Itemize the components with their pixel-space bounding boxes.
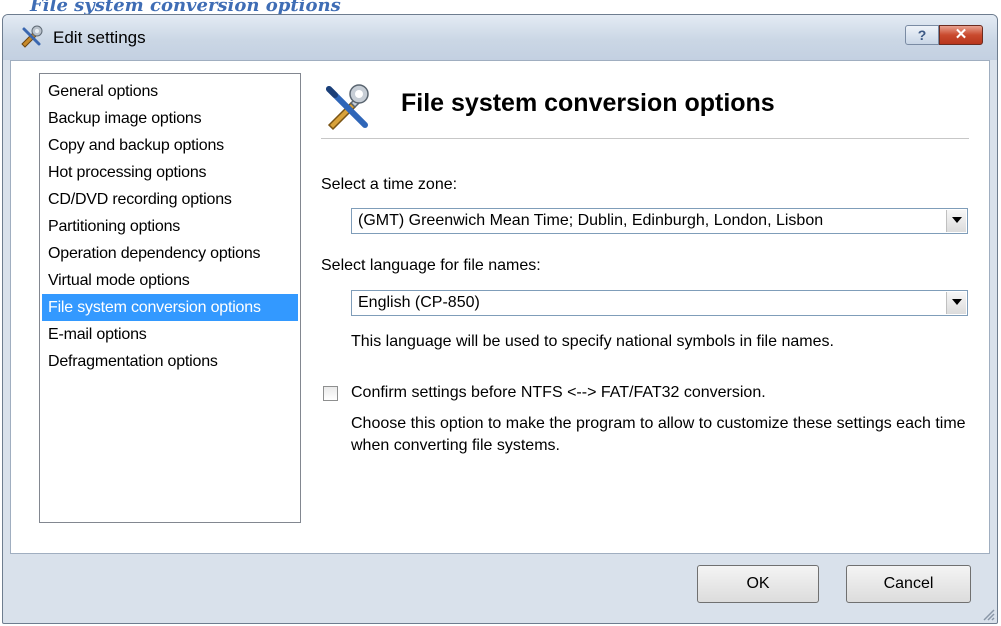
nav-item-email[interactable]: E-mail options bbox=[42, 321, 298, 348]
window-title: Edit settings bbox=[53, 28, 146, 47]
language-label: Select language for file names: bbox=[321, 257, 541, 274]
nav-item-hot-processing[interactable]: Hot processing options bbox=[42, 159, 298, 186]
confirm-settings-description: Choose this option to make the program t… bbox=[351, 415, 966, 454]
edit-settings-dialog: Edit settings ? ✕ General options Backup… bbox=[2, 14, 998, 624]
tools-icon bbox=[321, 81, 373, 133]
language-hint: This language will be used to specify na… bbox=[351, 333, 834, 350]
wrench-screwdriver-icon bbox=[19, 25, 45, 49]
chevron-down-icon[interactable] bbox=[946, 210, 966, 232]
nav-item-virtual-mode[interactable]: Virtual mode options bbox=[42, 267, 298, 294]
nav-item-operation-dependency[interactable]: Operation dependency options bbox=[42, 240, 298, 267]
nav-item-backup-image[interactable]: Backup image options bbox=[42, 105, 298, 132]
dialog-client-area: General options Backup image options Cop… bbox=[10, 60, 990, 554]
timezone-dropdown[interactable]: (GMT) Greenwich Mean Time; Dublin, Edinb… bbox=[351, 208, 968, 234]
language-value: English (CP-850) bbox=[358, 294, 480, 311]
help-button[interactable]: ? bbox=[905, 25, 939, 45]
resize-grip-icon[interactable] bbox=[981, 607, 995, 621]
content-title: File system conversion options bbox=[401, 89, 775, 117]
ok-button[interactable]: OK bbox=[697, 565, 819, 603]
nav-item-copy-backup[interactable]: Copy and backup options bbox=[42, 132, 298, 159]
nav-item-general[interactable]: General options bbox=[42, 78, 298, 105]
nav-item-defragmentation[interactable]: Defragmentation options bbox=[42, 348, 298, 375]
nav-item-file-system-conversion[interactable]: File system conversion options bbox=[42, 294, 298, 321]
timezone-value: (GMT) Greenwich Mean Time; Dublin, Edinb… bbox=[358, 212, 824, 229]
title-divider bbox=[321, 138, 969, 140]
chevron-down-icon[interactable] bbox=[946, 292, 966, 314]
settings-category-list[interactable]: General options Backup image options Cop… bbox=[39, 73, 301, 523]
confirm-settings-label[interactable]: Confirm settings before NTFS <--> FAT/FA… bbox=[351, 384, 766, 402]
nav-item-partitioning[interactable]: Partitioning options bbox=[42, 213, 298, 240]
language-dropdown[interactable]: English (CP-850) bbox=[351, 290, 968, 316]
nav-item-cd-dvd-recording[interactable]: CD/DVD recording options bbox=[42, 186, 298, 213]
close-button[interactable]: ✕ bbox=[939, 25, 983, 45]
page-header-cropped: File system conversion options bbox=[30, 0, 341, 14]
title-bar[interactable]: Edit settings ? ✕ bbox=[3, 15, 997, 60]
cancel-button[interactable]: Cancel bbox=[846, 565, 971, 603]
timezone-label: Select a time zone: bbox=[321, 176, 458, 193]
confirm-settings-checkbox[interactable] bbox=[323, 386, 338, 401]
